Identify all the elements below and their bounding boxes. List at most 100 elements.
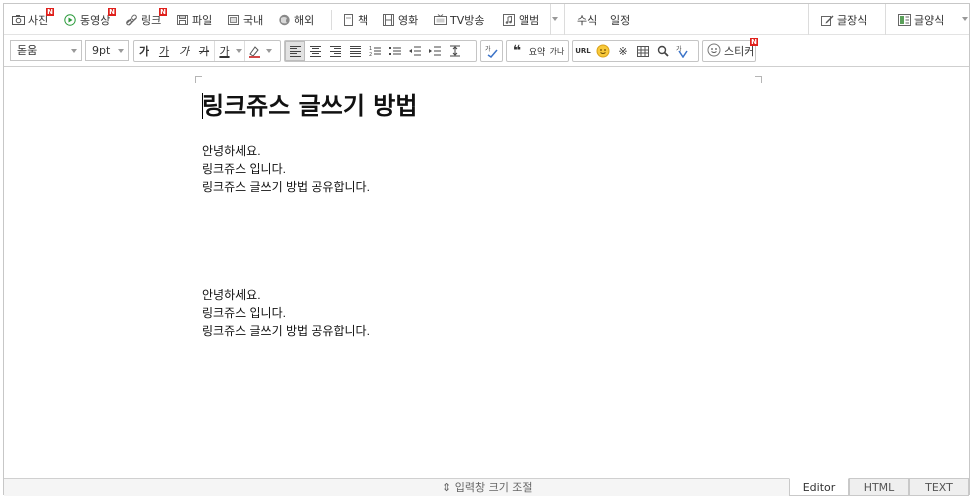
indent-icon[interactable] (425, 41, 445, 61)
paragraph-line[interactable]: 링크쥬스 글쓰기 방법 공유합니다. (202, 178, 762, 196)
overseas-label: 해외 (294, 13, 315, 27)
spellcheck-icon[interactable]: 가 (481, 41, 501, 61)
overseas-map-button[interactable]: 해외 (278, 4, 314, 35)
new-badge: N (108, 8, 116, 16)
separator (808, 4, 809, 35)
text-format-group: 가 가 가 가 가 (133, 40, 281, 62)
resize-handle[interactable]: ⇕ 입력창 크기 조절 (442, 479, 533, 497)
ordered-list-icon[interactable]: 12 (365, 41, 385, 61)
separator (331, 10, 332, 30)
font-color-button[interactable]: 가 (214, 41, 234, 61)
special-char-button[interactable]: ※ (613, 41, 633, 61)
schedule-button[interactable]: 일정 (610, 4, 630, 35)
underline-button[interactable]: 가 (154, 41, 174, 61)
more-dropdown-icon[interactable] (552, 17, 558, 21)
sticker-button[interactable]: 스티커 (702, 40, 756, 62)
music-icon (503, 13, 516, 26)
map-icon (227, 14, 240, 26)
play-icon (64, 13, 77, 26)
new-badge: N (750, 38, 758, 46)
book-icon (342, 13, 355, 26)
text-template-label: 글장식 (837, 13, 868, 27)
italic-button[interactable]: 가 (174, 41, 194, 61)
url-button[interactable]: URL (573, 41, 593, 61)
spellcheck-group: 가 (480, 40, 503, 62)
bullet-list-icon[interactable] (385, 41, 405, 61)
resize-arrows-icon: ⇕ (442, 481, 452, 494)
align-justify-button[interactable] (345, 41, 365, 61)
font-size-select[interactable]: 9pt (85, 40, 129, 61)
new-badge: N (159, 8, 167, 16)
separator (550, 4, 551, 35)
tv-icon (434, 13, 447, 26)
table-icon[interactable] (633, 41, 653, 61)
tab-editor[interactable]: Editor (789, 478, 849, 496)
sticker-icon (707, 43, 721, 60)
emoticon-icon[interactable] (593, 41, 613, 61)
insert-group: URL ※ 가 (572, 40, 699, 62)
align-center-button[interactable] (305, 41, 325, 61)
tab-html[interactable]: HTML (849, 478, 909, 496)
paragraph-line[interactable]: 링크쥬스 입니다. (202, 304, 762, 322)
background-color-icon[interactable] (244, 41, 264, 61)
new-badge: N (46, 8, 54, 16)
font-size-value: 9pt (92, 44, 111, 57)
video-button[interactable]: 동영상 (64, 4, 110, 35)
photo-button[interactable]: 사진 (12, 4, 48, 35)
editor-frame: 사진 N 동영상 N 링크 N 파일 국내 해외 책 영화 TV방송 앨범 수식… (3, 3, 970, 497)
strikethrough-button[interactable]: 가 (194, 41, 214, 61)
pencil-icon (821, 14, 834, 26)
summary-button[interactable]: 요약 (527, 41, 547, 61)
document-title[interactable]: 링크쥬스 글쓰기 방법 (202, 88, 762, 124)
movie-button[interactable]: 영화 (382, 4, 418, 35)
outdent-icon[interactable] (405, 41, 425, 61)
paragraph-line[interactable]: 링크쥬스 입니다. (202, 160, 762, 178)
tab-text[interactable]: TEXT (909, 478, 969, 496)
document-body[interactable]: 링크쥬스 글쓰기 방법 안녕하세요. 링크쥬스 입니다. 링크쥬스 글쓰기 방법… (202, 88, 762, 340)
format-toolbar: 돋움 9pt 가 가 가 가 가 12 가 ❝ 요약 가나 URL ※ 가 스티… (4, 36, 969, 67)
tv-button[interactable]: TV방송 (434, 4, 484, 35)
paragraph-line[interactable]: 안녕하세요. (202, 142, 762, 160)
editor-content-area[interactable]: 링크쥬스 글쓰기 방법 안녕하세요. 링크쥬스 입니다. 링크쥬스 글쓰기 방법… (4, 68, 969, 478)
link-button[interactable]: 링크 (125, 4, 161, 35)
text-style-label: 글양식 (914, 13, 945, 27)
quote-button[interactable]: ❝ (507, 41, 527, 61)
domestic-map-button[interactable]: 국내 (227, 4, 263, 35)
album-label: 앨범 (519, 13, 540, 27)
formula-button[interactable]: 수식 (577, 4, 597, 35)
line-height-icon[interactable] (445, 41, 465, 61)
paragraph-line[interactable]: 링크쥬스 글쓰기 방법 공유합니다. (202, 322, 762, 340)
font-family-select[interactable]: 돋움 (10, 40, 82, 61)
chevron-down-icon (71, 49, 77, 53)
file-icon (176, 14, 189, 26)
camera-icon (12, 14, 25, 26)
formula-label: 수식 (577, 13, 598, 27)
background-color-dropdown-icon[interactable] (264, 41, 274, 61)
summary-style-button[interactable]: 가나 (547, 41, 567, 61)
paragraph-group: 12 (284, 40, 477, 62)
page-corner-marker (755, 76, 762, 83)
paragraph-line[interactable]: 안녕하세요. (202, 286, 762, 304)
align-left-button[interactable] (285, 41, 305, 61)
globe-icon (278, 14, 291, 26)
search-icon[interactable] (653, 41, 673, 61)
quote-group: ❝ 요약 가나 (506, 40, 569, 62)
file-label: 파일 (192, 13, 213, 27)
chevron-down-icon (118, 49, 124, 53)
text-style-dropdown-icon[interactable] (962, 17, 968, 21)
movie-label: 영화 (398, 13, 419, 27)
text-style-button[interactable]: 글양식 (898, 4, 944, 35)
font-family-value: 돋움 (17, 44, 38, 57)
file-button[interactable]: 파일 (176, 4, 212, 35)
align-right-button[interactable] (325, 41, 345, 61)
bold-button[interactable]: 가 (134, 41, 154, 61)
translate-icon[interactable]: 가 (673, 41, 693, 61)
text-template-button[interactable]: 글장식 (821, 4, 867, 35)
book-button[interactable]: 책 (342, 4, 368, 35)
album-button[interactable]: 앨범 (503, 4, 539, 35)
book-label: 책 (358, 13, 369, 27)
schedule-label: 일정 (610, 13, 631, 27)
font-color-dropdown-icon[interactable] (234, 41, 244, 61)
page-corner-marker (195, 76, 202, 83)
separator (885, 4, 886, 35)
